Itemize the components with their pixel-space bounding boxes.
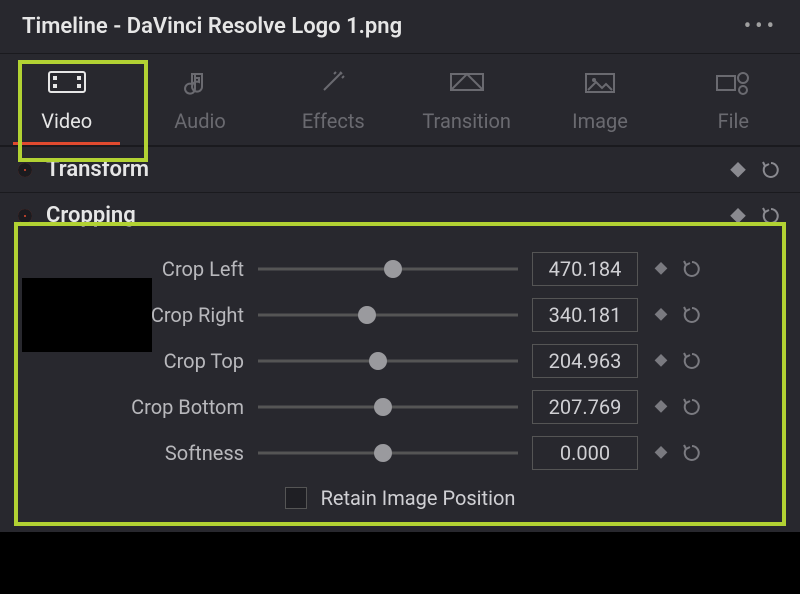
transform-title: Transform bbox=[46, 157, 720, 182]
crop-right-keyframe-button[interactable] bbox=[654, 308, 668, 322]
transition-icon bbox=[400, 68, 533, 101]
tab-file-label: File bbox=[667, 109, 800, 133]
crop-bottom-slider-thumb[interactable] bbox=[374, 398, 392, 416]
cropping-keyframe-button[interactable] bbox=[730, 208, 746, 224]
crop-left-reset-button[interactable] bbox=[682, 259, 702, 279]
tab-video-label: Video bbox=[0, 109, 133, 133]
panel-title: Timeline - DaVinci Resolve Logo 1.png bbox=[22, 14, 402, 39]
crop-bottom-slider[interactable] bbox=[258, 395, 518, 419]
crop-left-keyframe-button[interactable] bbox=[654, 262, 668, 276]
crop-left-value[interactable]: 470.184 bbox=[532, 252, 638, 286]
tab-file[interactable]: File bbox=[667, 54, 800, 145]
video-icon bbox=[0, 68, 133, 101]
crop-right-value[interactable]: 340.181 bbox=[532, 298, 638, 332]
crop-bottom-keyframe-button[interactable] bbox=[654, 400, 668, 414]
tab-video[interactable]: Video bbox=[0, 54, 133, 145]
cropping-reset-button[interactable] bbox=[760, 205, 782, 227]
crop-top-label: Crop Top bbox=[0, 349, 258, 373]
crop-bottom-label: Crop Bottom bbox=[0, 395, 258, 419]
transform-keyframe-button[interactable] bbox=[730, 162, 746, 178]
crop-top-slider[interactable] bbox=[258, 349, 518, 373]
crop-left-slider-thumb[interactable] bbox=[384, 260, 402, 278]
tab-audio-label: Audio bbox=[133, 109, 266, 133]
effects-icon bbox=[267, 68, 400, 101]
transform-reset-button[interactable] bbox=[760, 159, 782, 181]
softness-label: Softness bbox=[0, 441, 258, 465]
tab-transition[interactable]: Transition bbox=[400, 54, 533, 145]
tab-effects-label: Effects bbox=[267, 109, 400, 133]
softness-keyframe-button[interactable] bbox=[654, 446, 668, 460]
crop-top-slider-thumb[interactable] bbox=[369, 352, 387, 370]
retain-image-position-checkbox[interactable] bbox=[285, 487, 307, 509]
crop-top-reset-button[interactable] bbox=[682, 351, 702, 371]
softness-reset-button[interactable] bbox=[682, 443, 702, 463]
softness-slider[interactable] bbox=[258, 441, 518, 465]
tab-transition-label: Transition bbox=[400, 109, 533, 133]
crop-left-slider[interactable] bbox=[258, 257, 518, 281]
redaction-patch bbox=[22, 278, 152, 352]
image-icon bbox=[533, 68, 666, 101]
crop-right-slider[interactable] bbox=[258, 303, 518, 327]
crop-bottom-value[interactable]: 207.769 bbox=[532, 390, 638, 424]
section-cropping[interactable]: Cropping bbox=[0, 192, 800, 238]
param-softness: Softness 0.000 bbox=[0, 430, 800, 476]
audio-icon bbox=[133, 68, 266, 101]
retain-image-position-row: Retain Image Position bbox=[0, 476, 800, 524]
section-transform[interactable]: Transform bbox=[0, 146, 800, 192]
tab-effects[interactable]: Effects bbox=[267, 54, 400, 145]
tab-image[interactable]: Image bbox=[533, 54, 666, 145]
crop-right-reset-button[interactable] bbox=[682, 305, 702, 325]
retain-image-position-label: Retain Image Position bbox=[321, 486, 516, 510]
tab-audio[interactable]: Audio bbox=[133, 54, 266, 145]
param-crop-bottom: Crop Bottom 207.769 bbox=[0, 384, 800, 430]
crop-bottom-reset-button[interactable] bbox=[682, 397, 702, 417]
file-icon bbox=[667, 68, 800, 101]
tab-image-label: Image bbox=[533, 109, 666, 133]
crop-right-slider-thumb[interactable] bbox=[358, 306, 376, 324]
softness-slider-thumb[interactable] bbox=[374, 444, 392, 462]
inspector-tabs: Video Audio Effects Transition Image bbox=[0, 54, 800, 146]
cropping-title: Cropping bbox=[46, 203, 720, 228]
crop-top-keyframe-button[interactable] bbox=[654, 354, 668, 368]
transform-enable-toggle[interactable] bbox=[18, 163, 32, 177]
crop-top-value[interactable]: 204.963 bbox=[532, 344, 638, 378]
softness-value[interactable]: 0.000 bbox=[532, 436, 638, 470]
more-options-button[interactable]: ••• bbox=[744, 14, 778, 39]
cropping-enable-toggle[interactable] bbox=[18, 209, 32, 223]
